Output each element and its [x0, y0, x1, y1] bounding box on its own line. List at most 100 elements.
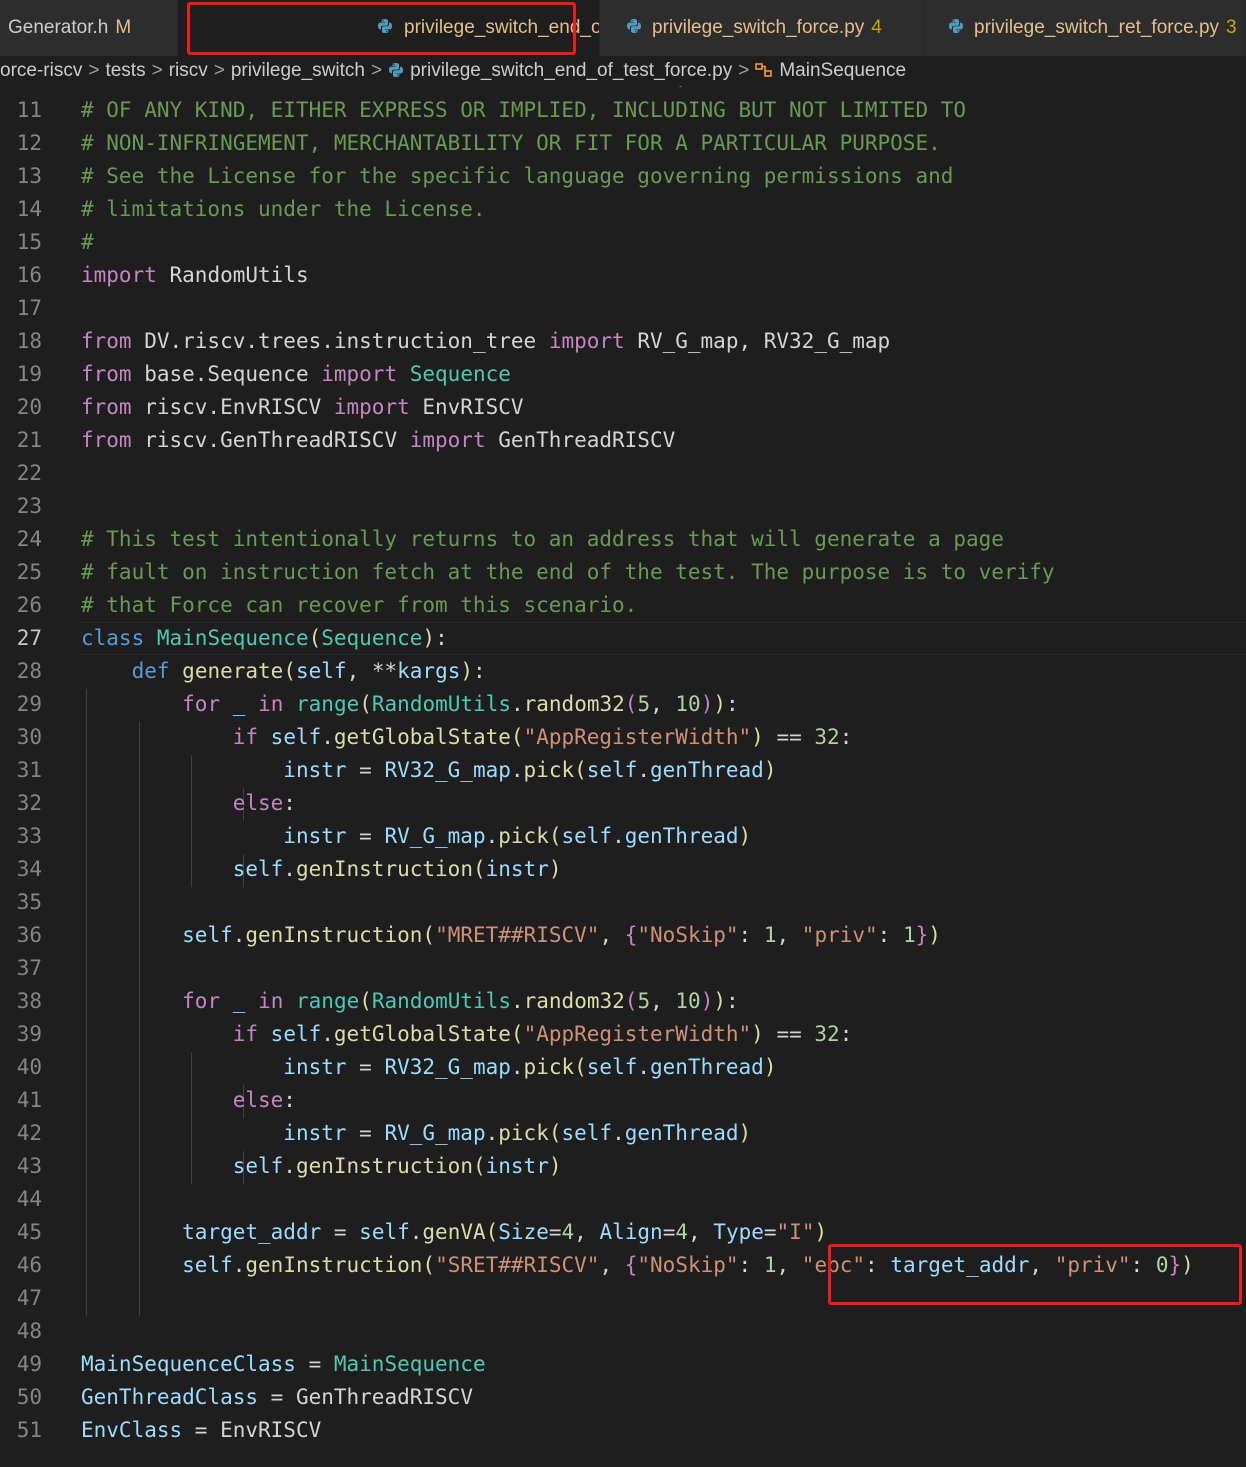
code-line[interactable]: 49 MainSequenceClass = MainSequence	[0, 1348, 1246, 1381]
code-line[interactable]: 27 class MainSequence(Sequence):	[0, 622, 1246, 655]
code-token: "I"	[776, 1220, 815, 1244]
code-token: for	[182, 692, 221, 716]
code-line[interactable]: 32 else:	[0, 787, 1246, 820]
breadcrumb-item[interactable]: MainSequence	[779, 56, 906, 86]
code-token: "MRET##RISCV"	[435, 923, 600, 947]
code-token: import	[333, 395, 410, 419]
code-token: (	[485, 1220, 499, 1244]
code-line[interactable]: 15 #	[0, 226, 1246, 259]
code-token: {	[624, 923, 638, 947]
breadcrumb-item[interactable]: riscv	[169, 56, 208, 86]
code-token: =	[346, 1055, 385, 1079]
breadcrumb-item[interactable]: tests	[105, 56, 145, 86]
breadcrumb-item[interactable]: privilege_switch_end_of_test_force.py	[410, 56, 732, 86]
code-token: =	[295, 1352, 334, 1376]
breadcrumb-item[interactable]: privilege_switch	[231, 56, 365, 86]
code-token: (	[422, 1253, 436, 1277]
code-text: target_addr = self.genVA(Size=4, Align=4…	[81, 1216, 827, 1249]
code-token: :	[726, 692, 739, 716]
code-token: if	[232, 725, 259, 749]
code-token: .	[321, 1022, 334, 1046]
code-line[interactable]: 14 # limitations under the License.	[0, 193, 1246, 226]
code-line[interactable]: 18 from DV.riscv.trees.instruction_tree i…	[0, 325, 1246, 358]
code-line[interactable]: 30 if self.getGlobalState("AppRegisterWi…	[0, 721, 1246, 754]
code-line[interactable]: 40 instr = RV32_G_map.pick(self.genThrea…	[0, 1051, 1246, 1084]
code-line[interactable]: 12 # NON-INFRINGEMENT, MERCHANTABILITY OR…	[0, 127, 1246, 160]
tab-privilege-switch-ret-force[interactable]: privilege_switch_ret_force.py 3	[924, 0, 1246, 56]
code-token: RandomUtils	[371, 989, 511, 1013]
tab-badge: M	[115, 17, 132, 38]
code-token: import	[81, 263, 157, 287]
code-line[interactable]: 47	[0, 1282, 1246, 1315]
code-line[interactable]: 11 # OF ANY KIND, EITHER EXPRESS OR IMPLI…	[0, 94, 1246, 127]
code-line[interactable]: 39 if self.getGlobalState("AppRegisterWi…	[0, 1018, 1246, 1051]
code-line[interactable]: 48	[0, 1315, 1246, 1348]
code-text: # OF ANY KIND, EITHER EXPRESS OR IMPLIED…	[81, 94, 966, 127]
code-line[interactable]: 31 instr = RV32_G_map.pick(self.genThrea…	[0, 754, 1246, 787]
code-token: _	[232, 989, 246, 1013]
code-token: ,	[688, 1220, 714, 1244]
code-token: "NoSkip"	[637, 1253, 739, 1277]
code-token: target_addr	[890, 1253, 1030, 1277]
chevron-right-icon: >	[88, 60, 100, 81]
code-line[interactable]: 37	[0, 952, 1246, 985]
code-line[interactable]: 22	[0, 457, 1246, 490]
code-token: pick	[523, 1055, 575, 1079]
code-token: =	[346, 824, 385, 848]
line-number: 51	[16, 1418, 42, 1442]
code-token: "AppRegisterWidth"	[523, 1022, 752, 1046]
code-line[interactable]: 44	[0, 1183, 1246, 1216]
line-number: 27	[16, 626, 42, 650]
code-token: riscv.GenThreadRISCV	[131, 428, 410, 452]
tab-privilege-switch-force[interactable]: privilege_switch_force.py 4	[600, 0, 924, 56]
code-line[interactable]: 13 # See the License for the specific lan…	[0, 160, 1246, 193]
tab-generator-h[interactable]: Generator.h M	[0, 0, 178, 56]
code-line[interactable]: 45 target_addr = self.genVA(Size=4, Alig…	[0, 1216, 1246, 1249]
code-token: .	[485, 1121, 499, 1145]
breadcrumb-item[interactable]: orce-riscv	[0, 56, 82, 86]
code-token: getGlobalState	[333, 1022, 511, 1046]
code-line[interactable]: 19 from base.Sequence import Sequence	[0, 358, 1246, 391]
code-line[interactable]: 10 # THIS SOFTWARE IS PROVIDED ON AN "AS …	[0, 86, 1246, 94]
code-editor[interactable]: 10# THIS SOFTWARE IS PROVIDED ON AN "AS …	[0, 86, 1246, 1467]
code-line[interactable]: 25 # fault on instruction fetch at the en…	[0, 556, 1246, 589]
code-line[interactable]: 43 self.genInstruction(instr)	[0, 1150, 1246, 1183]
code-line[interactable]: 21 from riscv.GenThreadRISCV import GenTh…	[0, 424, 1246, 457]
code-line[interactable]: 38 for _ in range(RandomUtils.random32(5…	[0, 985, 1246, 1018]
code-line[interactable]: 36 self.genInstruction("MRET##RISCV", {"…	[0, 919, 1246, 952]
code-line[interactable]: 23	[0, 490, 1246, 523]
code-line[interactable]: 28 def generate(self, **kargs):	[0, 655, 1246, 688]
code-line[interactable]: 35	[0, 886, 1246, 919]
code-token: :	[726, 989, 739, 1013]
tab-privilege-switch-end-of-test-force[interactable]: privilege_switch_end_of_test_force.py5 ×	[178, 0, 600, 56]
code-token: ,	[650, 692, 676, 716]
code-line[interactable]: 50 GenThreadClass = GenThreadRISCV	[0, 1381, 1246, 1414]
code-line[interactable]: 51 EnvClass = EnvRISCV	[0, 1414, 1246, 1447]
code-token: )	[713, 989, 726, 1013]
code-line[interactable]: 46 self.genInstruction("SRET##RISCV", {"…	[0, 1249, 1246, 1282]
code-line[interactable]: 29 for _ in range(RandomUtils.random32(5…	[0, 688, 1246, 721]
line-number: 25	[16, 560, 42, 584]
code-text: from riscv.GenThreadRISCV import GenThre…	[81, 424, 675, 457]
code-line[interactable]: 20 from riscv.EnvRISCV import EnvRISCV	[0, 391, 1246, 424]
code-line[interactable]: 24 # This test intentionally returns to a…	[0, 523, 1246, 556]
code-text: # See the License for the specific langu…	[81, 160, 953, 193]
code-line[interactable]: 16 import RandomUtils	[0, 259, 1246, 292]
line-number: 18	[16, 329, 42, 353]
code-line[interactable]: 33 instr = RV_G_map.pick(self.genThread)	[0, 820, 1246, 853]
code-line[interactable]: 26 # that Force can recover from this sce…	[0, 589, 1246, 622]
code-token: =	[662, 1220, 676, 1244]
code-token: (	[359, 989, 372, 1013]
code-token: (	[422, 923, 436, 947]
code-line[interactable]: 42 instr = RV_G_map.pick(self.genThread)	[0, 1117, 1246, 1150]
code-token: )	[700, 989, 714, 1013]
code-line[interactable]: 34 self.genInstruction(instr)	[0, 853, 1246, 886]
code-token: RandomUtils	[169, 263, 309, 287]
code-token: (	[472, 857, 486, 881]
code-line[interactable]: 41 else:	[0, 1084, 1246, 1117]
code-token: RV_G_map	[384, 824, 486, 848]
code-line[interactable]: 17	[0, 292, 1246, 325]
